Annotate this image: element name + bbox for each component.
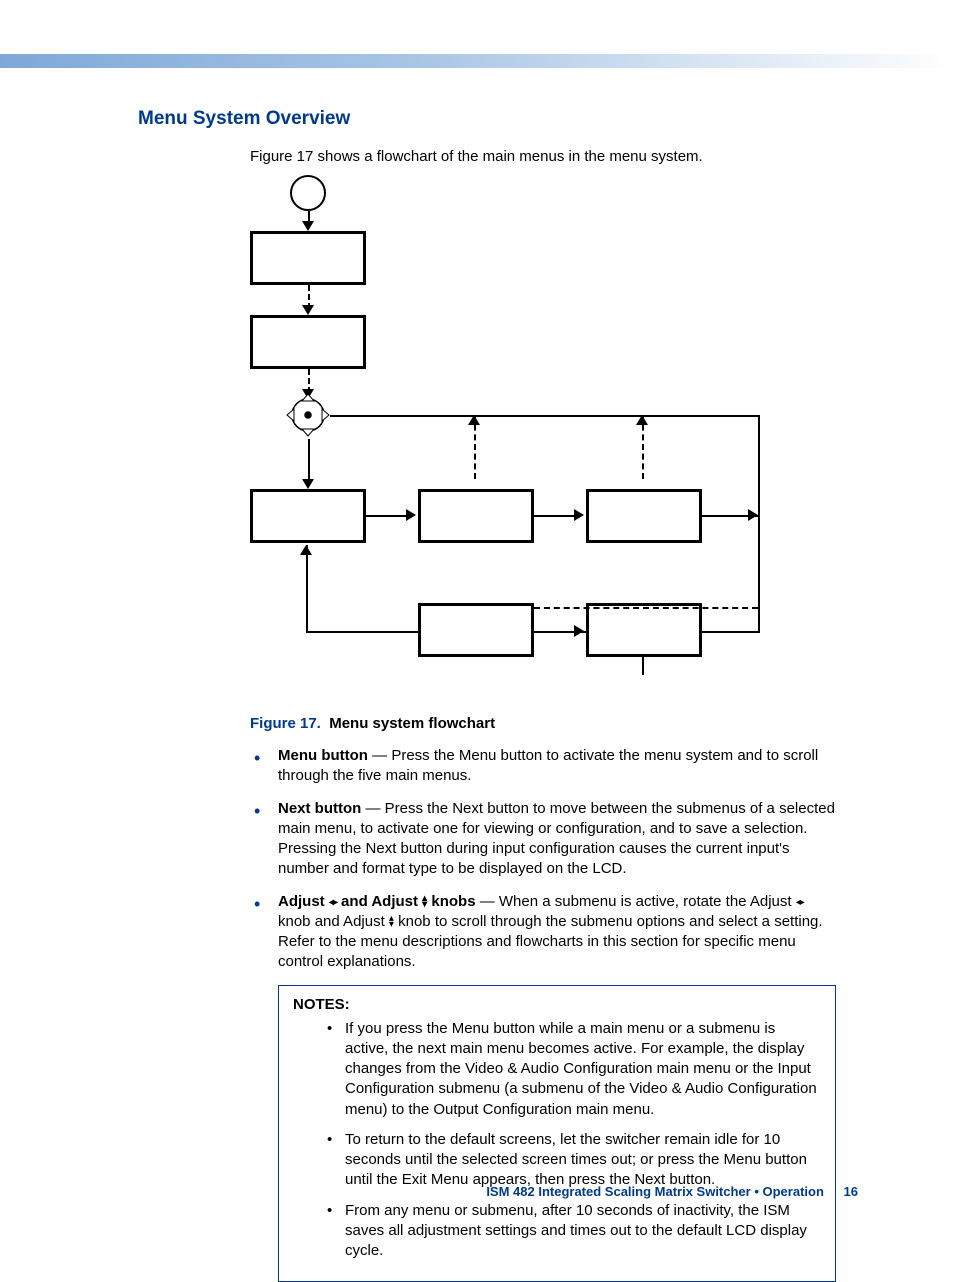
header-gradient-bar [0,54,954,68]
page-footer: ISM 482 Integrated Scaling Matrix Switch… [486,1184,858,1199]
arrow-up-icon [468,415,480,425]
t: Adjust [278,893,329,910]
arrow-down-icon [302,479,314,489]
bullet-term: Adjust ◂▸ and Adjust ▴▾ knobs [278,893,476,910]
bullet-term: Menu button [278,747,368,764]
flowchart-connector [534,631,576,633]
flowchart-box [418,489,534,543]
dash: — [476,893,499,910]
flowchart-connector [534,515,576,517]
t: knobs [427,893,475,910]
figure-title: Menu system flowchart [329,715,495,732]
adjust-horizontal-icon: ◂▸ [329,896,337,910]
flowchart-connector [330,415,760,417]
flowchart-connector [366,515,408,517]
arrow-right-icon [574,509,584,521]
flowchart-box [586,489,702,543]
arrow-up-icon [636,415,648,425]
flowchart-box [418,603,534,657]
flowchart-box [250,489,366,543]
figure-caption: Figure 17. Menu system flowchart [250,715,838,732]
list-item: To return to the default screens, let th… [327,1130,821,1191]
flowchart-connector [642,657,644,675]
arrow-right-icon [574,625,584,637]
footer-text: ISM 482 Integrated Scaling Matrix Switch… [486,1184,824,1199]
flowchart-connector [308,439,310,483]
flowchart-cycle-icon [284,391,332,439]
adjust-horizontal-icon: ◂▸ [796,896,804,910]
dash: — [361,800,384,817]
intro-paragraph: Figure 17 shows a flowchart of the main … [250,148,838,165]
flowchart-start-node [290,175,326,211]
flowchart-box [250,315,366,369]
page-number: 16 [844,1184,858,1199]
arrow-down-icon [302,305,314,315]
bullet-term: Next button [278,800,361,817]
list-item: Next button — Press the Next button to m… [250,799,838,880]
list-item: Menu button — Press the Menu button to a… [250,746,838,787]
figure-ref: Figure 17. [250,715,321,732]
arrow-down-icon [302,221,314,231]
flowchart-box [250,231,366,285]
notes-box: NOTES: If you press the Menu button whil… [278,985,836,1282]
list-item: Adjust ◂▸ and Adjust ▴▾ knobs — When a s… [250,892,838,973]
arrow-right-icon [406,509,416,521]
flowchart-connector [306,545,308,631]
t: and Adjust [337,893,422,910]
notes-heading: NOTES: [293,996,821,1013]
flowchart-figure [250,175,820,705]
list-item: From any menu or submenu, after 10 secon… [327,1201,821,1262]
flowchart-connector [758,521,760,631]
section-heading: Menu System Overview [138,108,838,130]
arrow-right-icon [748,509,758,521]
notes-list: If you press the Menu button while a mai… [293,1019,821,1262]
dash: — [368,747,391,764]
flowchart-connector [758,415,760,521]
arrow-up-icon [300,545,312,555]
flowchart-connector-dashed [534,607,758,609]
bullet-list: Menu button — Press the Menu button to a… [250,746,838,973]
list-item: If you press the Menu button while a mai… [327,1019,821,1120]
flowchart-box [586,603,702,657]
